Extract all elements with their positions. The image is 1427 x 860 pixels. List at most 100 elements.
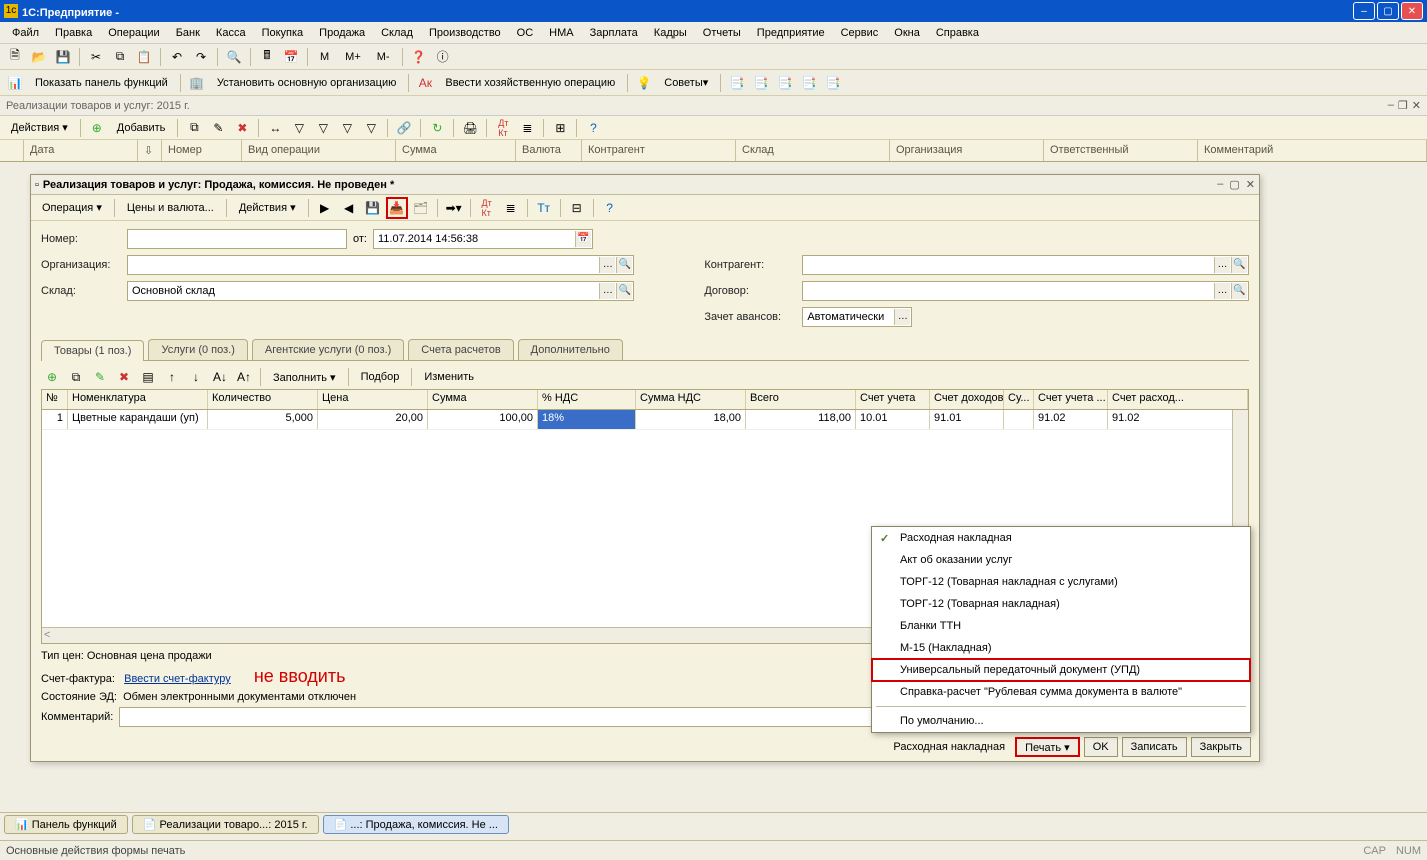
cell-vatsum[interactable]: 18,00 bbox=[636, 410, 746, 429]
search-icon[interactable]: 🔍 bbox=[616, 257, 632, 273]
col-sum[interactable]: Сумма bbox=[396, 140, 516, 161]
add-icon[interactable]: ⊕ bbox=[86, 117, 108, 139]
tb2-icon3[interactable]: 📑 bbox=[774, 72, 796, 94]
doc-save-icon[interactable]: 💾 bbox=[362, 197, 384, 219]
filter2-icon[interactable]: ▽ bbox=[312, 117, 334, 139]
taskbar-docwin[interactable]: 📄 ...: Продажа, комиссия. Не ... bbox=[323, 815, 509, 834]
tips-icon[interactable]: 💡 bbox=[633, 72, 655, 94]
nav-icon[interactable]: ↔ bbox=[264, 117, 286, 139]
tree-icon[interactable]: Tт bbox=[533, 197, 555, 219]
save-button[interactable]: Записать bbox=[1122, 737, 1187, 757]
gcol-accu[interactable]: Счет учета ... bbox=[1034, 390, 1108, 409]
col-resp[interactable]: Ответственный bbox=[1044, 140, 1198, 161]
close-button[interactable]: ✕ bbox=[1401, 2, 1423, 20]
list-restore-button[interactable]: ❐ bbox=[1398, 99, 1408, 112]
col-currency[interactable]: Валюта bbox=[516, 140, 582, 161]
col-flag[interactable] bbox=[0, 140, 24, 161]
copy-row-icon[interactable]: ⧉ bbox=[183, 117, 205, 139]
filter3-icon[interactable]: ▽ bbox=[336, 117, 358, 139]
menu-item-torg12[interactable]: ТОРГ-12 (Товарная накладная) bbox=[872, 593, 1250, 615]
cell-sum[interactable]: 100,00 bbox=[428, 410, 538, 429]
panel-icon[interactable]: 📊 bbox=[4, 72, 26, 94]
props-icon[interactable]: ≣ bbox=[516, 117, 538, 139]
gcol-vatsum[interactable]: Сумма НДС bbox=[636, 390, 746, 409]
gcol-price[interactable]: Цена bbox=[318, 390, 428, 409]
menu-sell[interactable]: Продажа bbox=[313, 25, 371, 41]
change-button[interactable]: Изменить bbox=[417, 366, 481, 388]
table-row[interactable]: 1 Цветные карандаши (уп) 5,000 20,00 100… bbox=[42, 410, 1248, 430]
sort-asc-icon[interactable]: A↓ bbox=[209, 366, 231, 388]
gcol-acc[interactable]: Счет учета bbox=[856, 390, 930, 409]
avans-input[interactable]: Автоматически… bbox=[802, 307, 912, 327]
close-doc-button[interactable]: Закрыть bbox=[1191, 737, 1251, 757]
org-input[interactable]: 🔍… bbox=[127, 255, 634, 275]
menu-service[interactable]: Сервис bbox=[835, 25, 885, 41]
enter-invoice-link[interactable]: Ввести счет-фактуру bbox=[124, 673, 231, 685]
unpost-icon[interactable]: ◀ bbox=[338, 197, 360, 219]
add-button[interactable]: Добавить bbox=[110, 117, 173, 139]
menu-item-default[interactable]: По умолчанию... bbox=[872, 710, 1250, 732]
tb2-icon1[interactable]: 📑 bbox=[726, 72, 748, 94]
menu-item-m15[interactable]: М-15 (Накладная) bbox=[872, 637, 1250, 659]
tab-accounts[interactable]: Счета расчетов bbox=[408, 339, 513, 360]
delete-row-icon[interactable]: ✖ bbox=[231, 117, 253, 139]
gcol-qty[interactable]: Количество bbox=[208, 390, 318, 409]
col-number[interactable]: Номер bbox=[162, 140, 242, 161]
row-add-icon[interactable]: ⊕ bbox=[41, 366, 63, 388]
select-icon[interactable]: … bbox=[894, 309, 910, 325]
menu-item-ttn[interactable]: Бланки ТТН bbox=[872, 615, 1250, 637]
help2-icon[interactable]: ? bbox=[582, 117, 604, 139]
filter4-icon[interactable]: ▽ bbox=[360, 117, 382, 139]
search-icon[interactable]: 🔍 bbox=[1231, 283, 1247, 299]
redo-icon[interactable]: ↷ bbox=[190, 46, 212, 68]
number-input[interactable] bbox=[127, 229, 347, 249]
grid-icon[interactable]: ⊞ bbox=[549, 117, 571, 139]
list2-icon[interactable]: ≣ bbox=[500, 197, 522, 219]
mplus-button[interactable]: M+ bbox=[338, 46, 368, 68]
doc-actions-button[interactable]: Действия ▾ bbox=[232, 197, 303, 219]
menu-help[interactable]: Справка bbox=[930, 25, 985, 41]
list-minimize-button[interactable]: – bbox=[1388, 99, 1394, 112]
entry-icon[interactable]: Aк bbox=[414, 72, 436, 94]
undo-icon[interactable]: ↶ bbox=[166, 46, 188, 68]
tb2-icon5[interactable]: 📑 bbox=[822, 72, 844, 94]
menu-buy[interactable]: Покупка bbox=[256, 25, 310, 41]
doc-close-button[interactable]: ✕ bbox=[1246, 178, 1255, 191]
fill-button[interactable]: Заполнить ▾ bbox=[266, 366, 343, 388]
gcol-nom[interactable]: Номенклатура bbox=[68, 390, 208, 409]
menu-item-torg12u[interactable]: ТОРГ-12 (Товарная накладная с услугами) bbox=[872, 571, 1250, 593]
calc-icon[interactable]: 🖩 bbox=[256, 46, 278, 68]
row-edit-icon[interactable]: ✎ bbox=[89, 366, 111, 388]
cell-su[interactable] bbox=[1004, 410, 1034, 429]
menu-enterprise[interactable]: Предприятие bbox=[751, 25, 831, 41]
cell-price[interactable]: 20,00 bbox=[318, 410, 428, 429]
row-copy-icon[interactable]: ⧉ bbox=[65, 366, 87, 388]
cell-accd[interactable]: 91.01 bbox=[930, 410, 1004, 429]
list-close-button[interactable]: ✕ bbox=[1412, 99, 1421, 112]
menu-reports[interactable]: Отчеты bbox=[697, 25, 747, 41]
cell-n[interactable]: 1 bbox=[42, 410, 68, 429]
ok-button[interactable]: OK bbox=[1084, 737, 1118, 757]
menu-kassa[interactable]: Касса bbox=[210, 25, 252, 41]
gcol-vat[interactable]: % НДС bbox=[538, 390, 636, 409]
form-icon[interactable]: ⊟ bbox=[566, 197, 588, 219]
gcol-total[interactable]: Всего bbox=[746, 390, 856, 409]
open-icon[interactable]: 📂 bbox=[28, 46, 50, 68]
tab-agent[interactable]: Агентские услуги (0 поз.) bbox=[252, 339, 404, 360]
menu-edit[interactable]: Правка bbox=[49, 25, 98, 41]
row-icon[interactable]: ▤ bbox=[137, 366, 159, 388]
sklad-input[interactable]: Основной склад🔍… bbox=[127, 281, 634, 301]
select-icon[interactable]: … bbox=[599, 257, 615, 273]
tab-extra[interactable]: Дополнительно bbox=[518, 339, 623, 360]
menu-file[interactable]: Файл bbox=[6, 25, 45, 41]
gcol-n[interactable]: № bbox=[42, 390, 68, 409]
help-icon[interactable]: ❓ bbox=[408, 46, 430, 68]
cell-total[interactable]: 118,00 bbox=[746, 410, 856, 429]
tb2-icon2[interactable]: 📑 bbox=[750, 72, 772, 94]
filter-icon[interactable]: ▽ bbox=[288, 117, 310, 139]
maximize-button[interactable]: ▢ bbox=[1377, 2, 1399, 20]
menu-kadry[interactable]: Кадры bbox=[648, 25, 693, 41]
tips-button[interactable]: Советы ▾ bbox=[657, 72, 715, 94]
menu-item-rn[interactable]: Расходная накладная bbox=[872, 527, 1250, 549]
doc-help-icon[interactable]: ? bbox=[599, 197, 621, 219]
